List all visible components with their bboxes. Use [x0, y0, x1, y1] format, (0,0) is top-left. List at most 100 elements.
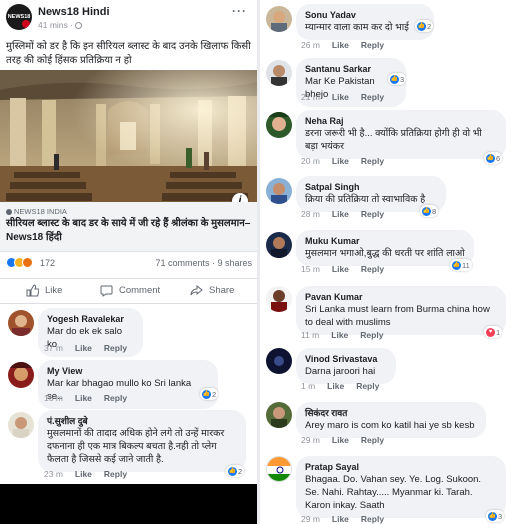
commenter-name[interactable]: Pavan Kumar [305, 291, 497, 303]
comment-like-count[interactable]: 👍 3 [486, 510, 505, 522]
comment-like-count[interactable]: 👍 2 [226, 465, 245, 477]
commenter-avatar[interactable] [8, 412, 34, 438]
comment-item: Satpal Singh क्रिया की प्रतिक्रिया तो स्… [260, 174, 513, 224]
comment-bubble: Sonu Yadav म्यान्मार वाला काम कर दो भाई [296, 4, 434, 40]
comment-like-count[interactable]: 👍 8 [420, 205, 439, 217]
comment-like-count[interactable]: 👍 2 [200, 388, 219, 400]
like-badge-icon: 👍 [486, 153, 495, 163]
like-badge-icon: 👍 [452, 260, 461, 270]
comment-time: 37 m [44, 343, 63, 353]
share-button[interactable]: Share [190, 284, 234, 297]
post-header: NEWS18 News18 Hindi 41 mins · ··· [0, 0, 257, 36]
comment-time: 29 m [301, 435, 320, 445]
commenter-avatar[interactable] [266, 232, 292, 258]
commenter-avatar[interactable] [266, 286, 292, 312]
commenter-name[interactable]: Neha Raj [305, 115, 497, 127]
post-timestamp[interactable]: 41 mins · [38, 20, 82, 30]
comment-like-link[interactable]: Like [332, 40, 349, 50]
avatar-photo [12, 315, 30, 336]
comment-like-link[interactable]: Like [332, 514, 349, 524]
comment-reply-link[interactable]: Reply [361, 209, 384, 219]
share-icon [190, 284, 203, 296]
like-button[interactable]: Like [26, 284, 62, 297]
page-avatar[interactable]: NEWS18 [6, 4, 32, 30]
post-text: मुस्लिमों को डर है कि इन सीरियल ब्लास्ट … [6, 41, 251, 66]
commenter-name[interactable]: Vinod Srivastava [305, 353, 387, 365]
comment-reply-link[interactable]: Reply [361, 435, 384, 445]
comment-like-count[interactable]: ♥ 1 [484, 326, 503, 338]
comment-reply-link[interactable]: Reply [360, 330, 383, 340]
bottom-black-bar [0, 484, 257, 524]
comment-like-count[interactable]: 👍 3 [388, 73, 407, 85]
comment-meta: 23 m Like Reply [44, 469, 127, 479]
commenter-avatar[interactable] [8, 362, 34, 388]
comment-reply-link[interactable]: Reply [361, 40, 384, 50]
commenter-avatar[interactable] [8, 310, 34, 336]
commenter-name[interactable]: सिकंदर रावत [305, 407, 477, 419]
commenter-avatar[interactable] [266, 6, 292, 32]
commenter-avatar[interactable] [266, 402, 292, 428]
comment-reply-link[interactable]: Reply [361, 156, 384, 166]
comment-like-link[interactable]: Like [332, 264, 349, 274]
comment-reply-link[interactable]: Reply [361, 514, 384, 524]
comment-like-link[interactable]: Like [331, 330, 348, 340]
comment-item: सिकंदर रावत Arey maro is com ko katil ha… [260, 400, 513, 450]
like-badge-icon: 👍 [228, 466, 237, 476]
comment-reply-link[interactable]: Reply [104, 393, 127, 403]
commenter-avatar[interactable] [266, 178, 292, 204]
commenter-avatar[interactable] [266, 60, 292, 86]
comment-meta: 29 m Like Reply [301, 514, 384, 524]
post-panel: NEWS18 News18 Hindi 41 mins · ··· मुस्लि… [0, 0, 257, 524]
commenter-name[interactable]: पं.सुशील दुबे [47, 415, 237, 427]
comment-item: My View Mar kar bhagao mullo ko Sri lank… [0, 358, 257, 409]
comment-button[interactable]: Comment [100, 284, 160, 297]
comment-item: Neha Raj डरना जरूरी भी है... क्योंकि प्र… [260, 108, 513, 170]
comments-panel: Sonu Yadav म्यान्मार वाला काम कर दो भाई … [260, 0, 513, 524]
comment-reply-link[interactable]: Reply [361, 264, 384, 274]
commenter-avatar[interactable] [266, 348, 292, 374]
comment-like-count-value: 2 [238, 466, 243, 476]
avatar-photo [271, 237, 287, 258]
avatar-photo [271, 407, 287, 428]
reactions-summary[interactable]: 172 71 comments · 9 shares [6, 257, 252, 271]
like-button-label: Like [45, 285, 63, 296]
commenter-name[interactable]: Pratap Sayal [305, 461, 497, 473]
comment-like-link[interactable]: Like [332, 92, 349, 102]
comment-reply-link[interactable]: Reply [361, 92, 384, 102]
page-logo-text: NEWS18 [7, 14, 31, 20]
avatar-photo [267, 457, 291, 481]
comment-meta: 16 m Like Reply [44, 393, 127, 403]
comment-text: मुसलमानों की तादाद अधिक होने लगे तो उन्ह… [47, 428, 225, 465]
comment-reply-link[interactable]: Reply [356, 381, 379, 391]
comment-like-link[interactable]: Like [75, 393, 92, 403]
commenter-name[interactable]: Sonu Yadav [305, 9, 425, 21]
comment-like-count[interactable]: 👍 2 [415, 20, 434, 32]
comment-like-link[interactable]: Like [75, 343, 92, 353]
comments-shares-count[interactable]: 71 comments · 9 shares [155, 258, 252, 268]
link-title[interactable]: सीरियल ब्लास्ट के बाद डर के साये में जी … [6, 217, 254, 245]
comment-like-link[interactable]: Like [75, 469, 92, 479]
commenter-name[interactable]: Muku Kumar [305, 235, 465, 247]
page-name[interactable]: News18 Hindi [38, 6, 110, 18]
comment-like-link[interactable]: Like [327, 381, 344, 391]
commenter-avatar[interactable] [266, 112, 292, 138]
comment-text: डरना जरूरी भी है... क्योंकि प्रतिक्रिया … [305, 128, 482, 152]
commenter-name[interactable]: My View [47, 365, 209, 377]
comment-like-link[interactable]: Like [332, 435, 349, 445]
comment-reply-link[interactable]: Reply [104, 469, 127, 479]
post-image[interactable] [0, 70, 257, 202]
more-options-icon[interactable]: ··· [232, 4, 247, 18]
comment-text: Bhagaa. Do. Vahan sey. Ye. Log. Sukoon. … [305, 474, 482, 511]
comment-item: Sonu Yadav म्यान्मार वाला काम कर दो भाई … [260, 2, 513, 54]
commenter-name[interactable]: Santanu Sarkar [305, 63, 397, 75]
comment-like-count[interactable]: 👍 6 [484, 152, 503, 164]
comment-meta: 29 m Like Reply [301, 435, 384, 445]
commenter-avatar[interactable] [266, 456, 292, 482]
comment-item: Yogesh Ravalekar Mar do ek ek salo ko 37… [0, 306, 257, 357]
comment-like-count[interactable]: 👍 11 [450, 259, 472, 271]
comment-like-link[interactable]: Like [332, 209, 349, 219]
commenter-name[interactable]: Yogesh Ravalekar [47, 313, 134, 325]
comment-reply-link[interactable]: Reply [104, 343, 127, 353]
commenter-name[interactable]: Satpal Singh [305, 181, 437, 193]
comment-like-link[interactable]: Like [332, 156, 349, 166]
